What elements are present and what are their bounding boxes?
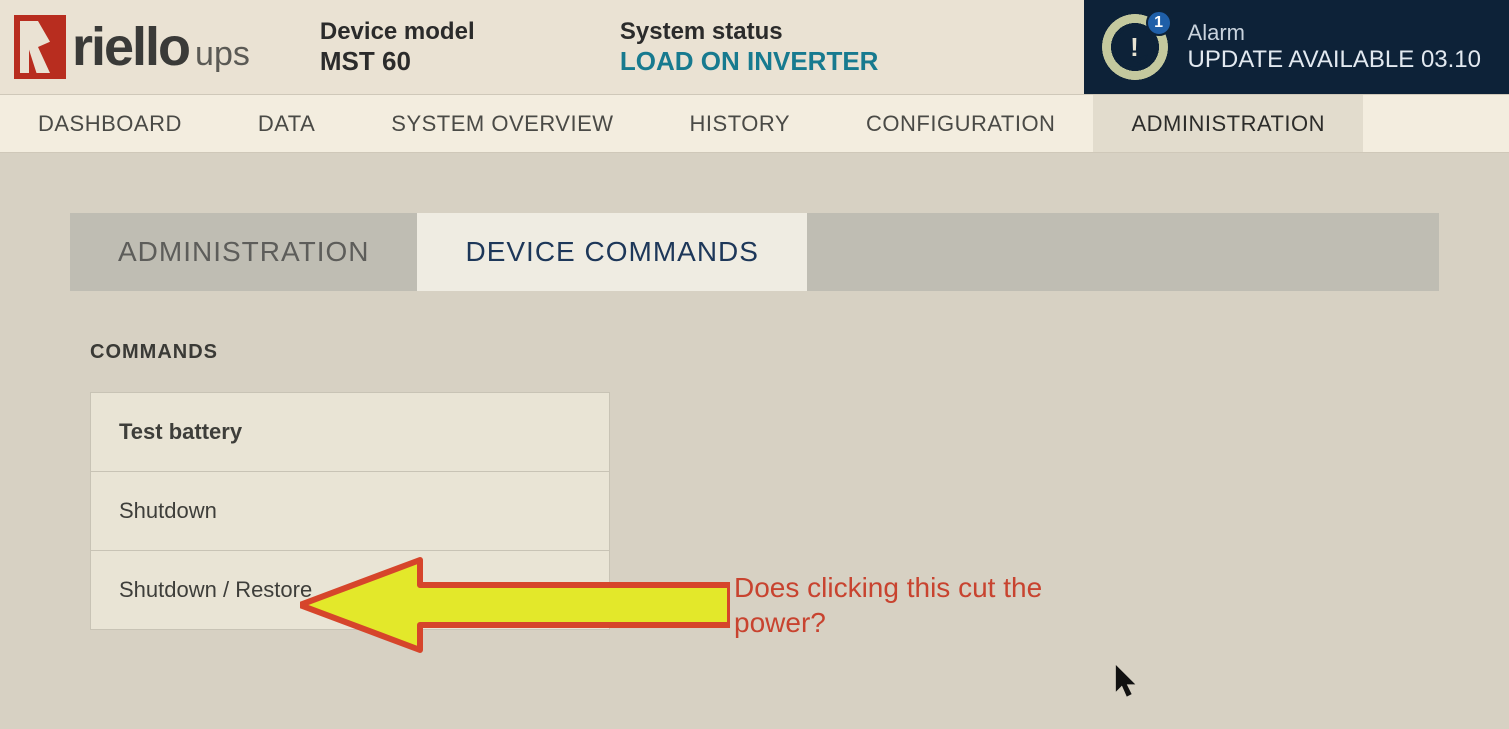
brand-logo-word1: riello [72,16,189,78]
system-status-label: System status [620,18,879,46]
device-model-label: Device model [320,18,540,46]
nav-configuration[interactable]: CONFIGURATION [828,95,1093,152]
nav-system-overview[interactable]: SYSTEM OVERVIEW [353,95,651,152]
brand-logo-mark-icon [14,15,66,79]
command-test-battery[interactable]: Test battery [91,393,609,472]
commands-heading: COMMANDS [90,341,1419,364]
subtab-administration[interactable]: ADMINISTRATION [70,213,417,291]
alarm-title: Alarm [1188,20,1481,46]
system-status-value: LOAD ON INVERTER [620,46,879,77]
command-shutdown-restore[interactable]: Shutdown / Restore [91,551,609,630]
alarm-panel[interactable]: ! 1 Alarm UPDATE AVAILABLE 03.10 [1084,0,1509,94]
system-status-block: System status LOAD ON INVERTER [580,0,919,94]
alarm-count-badge: 1 [1146,10,1172,36]
brand-logo: riello ups [0,0,280,94]
command-shutdown[interactable]: Shutdown [91,472,609,551]
nav-dashboard[interactable]: DASHBOARD [0,95,220,152]
device-model-value: MST 60 [320,46,540,77]
commands-list: Test battery Shutdown Shutdown / Restore [90,392,610,630]
main-nav: DASHBOARD DATA SYSTEM OVERVIEW HISTORY C… [0,95,1509,153]
alarm-message: UPDATE AVAILABLE 03.10 [1188,46,1481,74]
alarm-icon: ! 1 [1102,14,1168,80]
mouse-cursor-icon [1115,665,1141,699]
nav-history[interactable]: HISTORY [652,95,829,152]
header-bar: riello ups Device model MST 60 System st… [0,0,1509,95]
commands-panel: COMMANDS Test battery Shutdown Shutdown … [70,291,1439,630]
nav-administration[interactable]: ADMINISTRATION [1093,95,1363,152]
sub-tabs: ADMINISTRATION DEVICE COMMANDS [70,213,1439,291]
subtab-device-commands[interactable]: DEVICE COMMANDS [417,213,806,291]
brand-logo-word2: ups [195,35,250,74]
nav-data[interactable]: DATA [220,95,353,152]
device-model-block: Device model MST 60 [280,0,580,94]
